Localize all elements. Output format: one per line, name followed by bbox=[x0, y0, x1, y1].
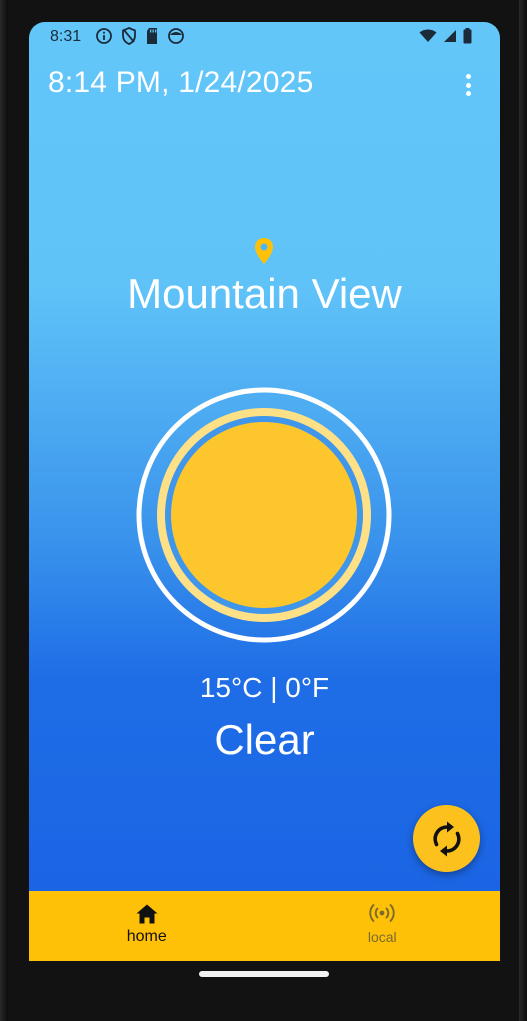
location-pin-icon bbox=[255, 238, 273, 264]
city-name: Mountain View bbox=[127, 270, 402, 317]
nav-item-home[interactable]: home bbox=[29, 891, 265, 961]
nav-label-local: local bbox=[367, 929, 397, 945]
gesture-navigation-bar[interactable] bbox=[199, 971, 329, 977]
device-edge-left bbox=[0, 0, 8, 1021]
sun-icon bbox=[136, 387, 392, 643]
broadcast-icon bbox=[369, 904, 395, 922]
device-frame: 8:31 8:14 PM, 1/24/2025 Mountain View 15… bbox=[0, 0, 527, 1021]
nav-item-local[interactable]: local bbox=[265, 891, 501, 961]
refresh-icon bbox=[432, 821, 461, 856]
signal-icon bbox=[444, 30, 456, 42]
sd-card-icon bbox=[147, 28, 157, 44]
battery-icon bbox=[463, 28, 472, 44]
more-vert-icon[interactable] bbox=[456, 72, 480, 98]
device-edge-right bbox=[519, 0, 527, 1021]
nav-label-home: home bbox=[126, 928, 167, 945]
menu-dot bbox=[465, 91, 471, 96]
status-right-icons bbox=[419, 28, 472, 44]
temperature-readout: 15°C | 0°F bbox=[199, 672, 330, 703]
wifi-icon bbox=[419, 29, 437, 42]
status-bar: 8:31 bbox=[29, 22, 500, 52]
home-icon bbox=[136, 904, 158, 924]
menu-dot bbox=[465, 74, 471, 79]
weather-condition: Clear bbox=[214, 716, 315, 763]
menu-dot bbox=[465, 82, 471, 88]
app-screen: 8:31 8:14 PM, 1/24/2025 Mountain View 15… bbox=[29, 22, 500, 961]
refresh-button[interactable] bbox=[413, 805, 480, 872]
bottom-navigation: home local bbox=[29, 891, 500, 961]
status-left-icons bbox=[95, 27, 185, 45]
shield-icon bbox=[122, 27, 136, 45]
face-icon bbox=[168, 28, 184, 44]
app-title-datetime: 8:14 PM, 1/24/2025 bbox=[48, 66, 314, 99]
status-time: 8:31 bbox=[50, 28, 82, 45]
info-icon bbox=[96, 28, 112, 44]
